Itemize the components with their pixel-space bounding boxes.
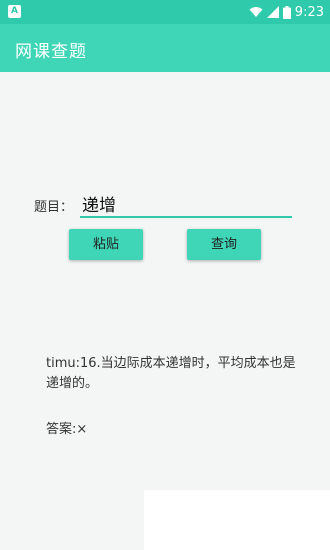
status-bar: A 9:23 [0,0,330,24]
status-time: 9:23 [294,4,324,20]
query-label: 题目： [34,200,74,215]
battery-icon [282,5,291,19]
signal-icon [266,6,279,18]
app-bar: 网课查题 [0,24,330,72]
notification-icon: A [8,5,21,18]
query-input-value: 递增 [82,196,116,216]
result-text: timu:16.当边际成本递增时，平均成本也是递增的。 [46,356,296,391]
answer-text: 答案:× [46,422,88,437]
paste-button[interactable]: 粘贴 [69,229,143,260]
query-input[interactable]: 递增 [80,188,292,218]
app-title: 网课查题 [15,42,87,62]
search-button[interactable]: 查询 [187,229,261,260]
status-icons: 9:23 [249,0,324,24]
blank-panel [144,490,330,550]
wifi-icon [249,6,263,18]
